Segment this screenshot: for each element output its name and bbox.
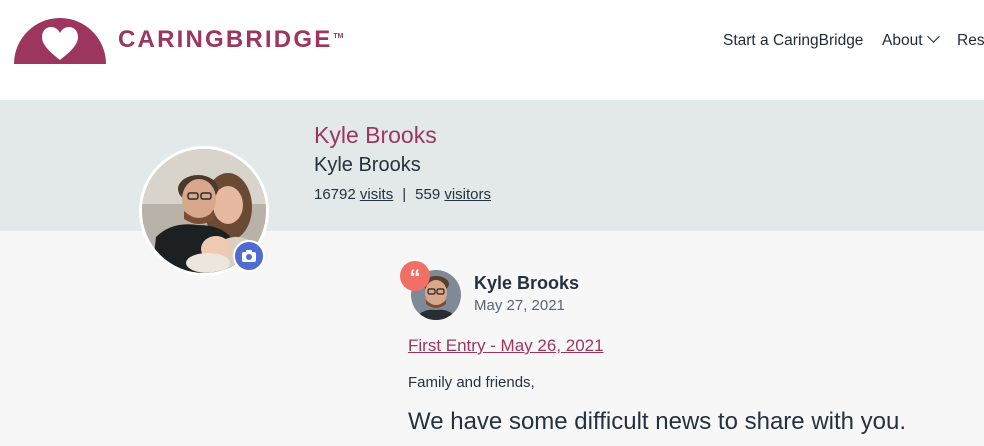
chevron-down-icon — [926, 30, 940, 43]
brand-name: CARINGBRIDGE — [118, 26, 333, 53]
site-title: Kyle Brooks — [314, 122, 437, 148]
visitors-link[interactable]: visitors — [444, 186, 491, 203]
quote-icon: “ — [400, 261, 430, 291]
brand-wordmark[interactable]: CARINGBRIDGETM — [118, 26, 344, 54]
caringbridge-logo-icon[interactable] — [14, 16, 106, 64]
entry-greeting: Family and friends, — [408, 374, 535, 391]
entry-author: Kyle Brooks — [474, 273, 580, 293]
site-stats: 16792 visits | 559 visitors — [314, 186, 491, 203]
entry-date: May 27, 2021 — [474, 297, 565, 314]
camera-button[interactable] — [233, 240, 265, 272]
stats-separator: | — [402, 186, 407, 203]
nav-start-caringbridge[interactable]: Start a CaringBridge — [723, 32, 863, 50]
visits-link[interactable]: visits — [360, 186, 393, 203]
site-owner-name: Kyle Brooks — [314, 154, 421, 176]
trademark: TM — [333, 33, 344, 40]
camera-icon — [242, 250, 256, 262]
nav-about[interactable]: About — [882, 30, 940, 50]
entry-lead-text: We have some difficult news to share wit… — [408, 408, 907, 435]
entry-title-link[interactable]: First Entry - May 26, 2021 — [408, 336, 604, 356]
nav-resources[interactable]: Resources — [957, 32, 984, 50]
site-header: CARINGBRIDGETM Start a CaringBridge Abou… — [0, 0, 984, 100]
nav-about-label: About — [882, 32, 923, 49]
visits-count: 16792 — [314, 186, 356, 203]
visitors-count: 559 — [415, 186, 441, 203]
